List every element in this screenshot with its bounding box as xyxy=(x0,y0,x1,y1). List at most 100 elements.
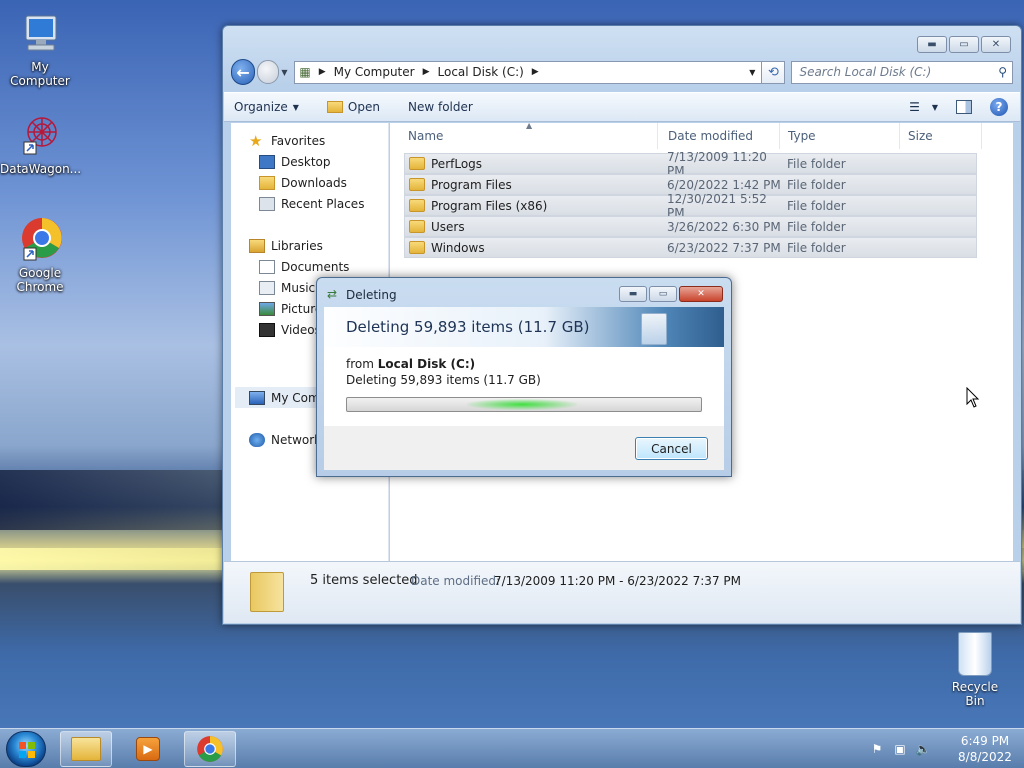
minimize-button[interactable]: ▬ xyxy=(619,286,647,302)
media-player-icon: ▶ xyxy=(136,737,160,761)
column-label: Date modified xyxy=(668,129,754,143)
close-button[interactable]: ✕ xyxy=(679,286,723,302)
nav-label: Desktop xyxy=(281,154,331,169)
window-controls: ▬ ▭ ✕ xyxy=(917,36,1011,53)
start-button[interactable] xyxy=(6,731,46,767)
maximize-button[interactable]: ▭ xyxy=(649,286,677,302)
desktop-icon-datawagon[interactable]: DataWagon... xyxy=(0,112,82,176)
file-type: File folder xyxy=(787,240,846,255)
breadcrumb-local-disk[interactable]: Local Disk (C:) xyxy=(438,65,524,79)
table-row[interactable]: PerfLogs 7/13/2009 11:20 PM File folder xyxy=(404,150,977,178)
table-row[interactable]: Users 3/26/2022 6:30 PM File folder xyxy=(404,216,977,237)
back-button[interactable]: ← xyxy=(231,59,256,85)
breadcrumb-arrow-icon[interactable]: ▶ xyxy=(319,67,326,77)
folder-open-icon xyxy=(326,101,343,113)
nav-music[interactable]: Music xyxy=(231,277,315,298)
open-button[interactable]: Open xyxy=(326,100,380,114)
address-dropdown-icon[interactable]: ▼ xyxy=(743,68,761,77)
table-row[interactable]: Windows 6/23/2022 7:37 PM File folder xyxy=(404,237,977,258)
desktop-icon-my-computer[interactable]: My Computer xyxy=(0,10,80,88)
progress-detail: Deleting 59,893 items (11.7 GB) xyxy=(346,373,541,387)
clock-time: 6:49 PM xyxy=(960,734,1010,748)
dialog-window-controls: ▬ ▭ ✕ xyxy=(619,286,723,302)
progress-bar xyxy=(346,397,702,412)
action-center-icon[interactable]: ⚑ xyxy=(869,741,885,757)
folder-icon xyxy=(250,572,284,612)
table-row[interactable]: Program Files (x86) 12/30/2021 5:52 PM F… xyxy=(404,192,977,220)
from-prefix: from xyxy=(346,357,374,371)
progress-glow xyxy=(467,399,577,410)
datawagon-icon xyxy=(16,112,64,160)
taskbar-explorer-button[interactable] xyxy=(60,731,112,767)
forward-button[interactable] xyxy=(257,60,280,84)
taskbar-chrome-button[interactable] xyxy=(184,731,236,767)
music-icon xyxy=(259,280,275,295)
nav-favorites[interactable]: ★ Favorites xyxy=(231,130,325,151)
breadcrumb-my-computer[interactable]: My Computer xyxy=(334,65,415,79)
recycle-arrow-icon: ⇄ xyxy=(327,287,338,301)
minimize-button[interactable]: ▬ xyxy=(917,36,947,53)
maximize-button[interactable]: ▭ xyxy=(949,36,979,53)
taskbar-media-player-button[interactable]: ▶ xyxy=(122,731,174,767)
clock-date: 8/8/2022 xyxy=(958,750,1012,764)
preview-pane-button[interactable] xyxy=(956,100,972,114)
column-header-date[interactable]: Date modified xyxy=(660,123,780,149)
recycle-bin-icon xyxy=(958,632,992,676)
clock[interactable]: 6:49 PM 8/8/2022 xyxy=(954,733,1016,765)
search-input[interactable]: Search Local Disk (C:) ⚲ xyxy=(791,60,1013,84)
pictures-icon xyxy=(259,301,275,316)
network-icon[interactable]: ▣ xyxy=(892,741,908,757)
desktop-icon-recycle-bin[interactable]: Recycle Bin xyxy=(942,632,1008,708)
folder-icon xyxy=(71,737,101,761)
system-tray: ⚑ ▣ 🔈 6:49 PM 8/8/2022 xyxy=(869,729,1016,768)
desktop-icon-label: My Computer xyxy=(10,60,70,88)
column-header-name[interactable]: Name ▲ xyxy=(400,121,658,149)
help-icon[interactable]: ? xyxy=(990,98,1008,116)
new-folder-button[interactable]: New folder xyxy=(408,100,473,114)
address-field[interactable]: ▦ ▶ My Computer ▶ Local Disk (C:) ▶ ▼ xyxy=(294,60,763,84)
desktop-icon-google-chrome[interactable]: Google Chrome xyxy=(0,216,80,294)
nav-network[interactable]: Network xyxy=(231,429,321,450)
organize-button[interactable]: Organize ▼ xyxy=(234,100,299,114)
search-icon[interactable]: ⚲ xyxy=(998,65,1007,79)
recent-places-icon xyxy=(259,196,275,211)
windows-logo-icon xyxy=(19,742,35,758)
desktop-icon xyxy=(259,154,275,169)
nav-label: Documents xyxy=(281,259,350,274)
cancel-button[interactable]: Cancel xyxy=(635,437,708,460)
command-bar: Organize ▼ Open New folder ☰ ▼ ? xyxy=(224,92,1020,122)
breadcrumb-arrow-icon[interactable]: ▶ xyxy=(532,67,539,77)
deleting-dialog: ⇄ Deleting ▬ ▭ ✕ Deleting 59,893 items (… xyxy=(316,277,732,477)
nav-videos[interactable]: Videos xyxy=(231,319,321,340)
nav-libraries[interactable]: Libraries xyxy=(231,235,323,256)
desktop-icon-label: DataWagon... xyxy=(0,162,82,176)
column-header-type[interactable]: Type xyxy=(780,123,900,149)
recent-pages-dropdown[interactable]: ▼ xyxy=(281,68,292,77)
organize-label: Organize xyxy=(234,100,288,114)
nav-pictures[interactable]: Pictures xyxy=(231,298,329,319)
nav-desktop[interactable]: Desktop xyxy=(231,151,331,172)
sort-arrow-icon: ▲ xyxy=(526,121,533,130)
nav-downloads[interactable]: Downloads xyxy=(231,172,347,193)
nav-label: Recent Places xyxy=(281,196,365,211)
volume-icon[interactable]: 🔈 xyxy=(915,741,931,757)
libraries-icon xyxy=(249,238,265,253)
nav-recent-places[interactable]: Recent Places xyxy=(231,193,364,214)
folder-icon xyxy=(409,157,425,170)
nav-label: Network xyxy=(271,432,322,447)
nav-documents[interactable]: Documents xyxy=(231,256,349,277)
dialog-footer: Cancel xyxy=(324,426,724,470)
column-header-size[interactable]: Size xyxy=(900,123,982,149)
close-button[interactable]: ✕ xyxy=(981,36,1011,53)
recycle-bin-icon xyxy=(641,313,667,345)
nav-label: Music xyxy=(281,280,316,295)
network-icon xyxy=(249,432,265,447)
folder-icon xyxy=(409,178,425,191)
breadcrumb-arrow-icon[interactable]: ▶ xyxy=(423,67,430,77)
view-options-button[interactable]: ☰ ▼ xyxy=(909,100,938,114)
nav-label: Videos xyxy=(281,322,321,337)
refresh-button[interactable]: ⟲ xyxy=(762,60,786,84)
folder-icon xyxy=(409,220,425,233)
file-date: 6/23/2022 7:37 PM xyxy=(667,240,781,255)
file-name: PerfLogs xyxy=(431,156,483,171)
